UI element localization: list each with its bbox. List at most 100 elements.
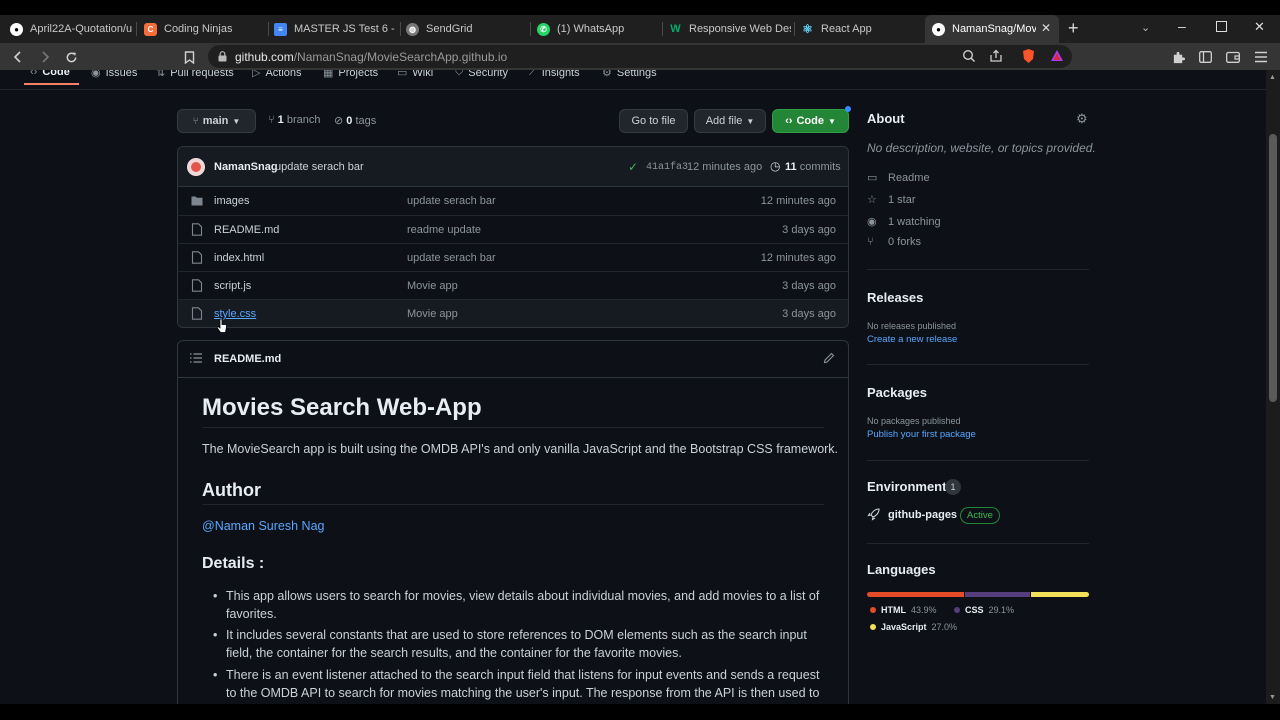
star-icon: ☆ [867,194,877,206]
go-to-file-button[interactable]: Go to file [619,109,688,133]
minimize-icon[interactable]: – [1178,18,1186,34]
tab-label: React App [821,23,872,35]
language-color-dot [870,624,876,630]
tab-wiki[interactable]: ▭ Wiki [397,70,433,79]
close-icon[interactable]: ✕ [1041,21,1051,35]
forks-link[interactable]: ⑂ 0 forks [867,236,921,248]
commit-hash[interactable]: 41a1fa3 [646,162,688,173]
watchers-link[interactable]: ◉ 1 watching [867,215,941,229]
about-heading: About [867,111,905,126]
brave-shield-icon[interactable] [1021,48,1036,64]
file-list: NamanSnag update serach bar ✓ 41a1fa3 12… [177,146,849,328]
readme-link[interactable]: ▭ Readme [867,171,930,185]
file-row-script[interactable]: script.js Movie app 3 days ago [178,271,848,299]
window-close-icon[interactable]: ✕ [1254,19,1265,35]
menu-icon[interactable] [1253,49,1269,65]
code-button[interactable]: ‹› Code ▼ [772,109,849,133]
environment-name[interactable]: github-pages [888,509,957,521]
browser-tab[interactable]: ● April22A-Quotation/u [10,15,132,43]
gear-icon[interactable]: ⚙ [1076,111,1088,127]
commit-author[interactable]: NamanSnag [214,161,278,173]
language-item-html[interactable]: HTML 43.9% [870,605,937,615]
zoom-icon[interactable] [962,49,976,63]
scrollbar-thumb[interactable] [1269,134,1277,402]
eye-icon: ◉ [867,216,877,228]
url-text: github.com/NamanSnag/MovieSearchApp.gith… [235,50,508,64]
bookmark-icon[interactable] [181,49,197,65]
extensions-icon[interactable] [1170,49,1186,65]
author-link[interactable]: @Naman Suresh Nag [202,519,324,533]
commits-link[interactable]: 11 commits [785,161,841,173]
language-bar [867,592,1089,597]
language-bar-segment-html [867,592,965,597]
book-icon: ▭ [397,70,408,79]
language-item-javascript[interactable]: JavaScript 27.0% [870,622,957,632]
mouse-cursor-icon [216,318,228,334]
tab-security[interactable]: ⛉ Security [455,70,508,79]
scroll-down-arrow-icon[interactable]: ▼ [1269,694,1276,701]
avatar[interactable] [187,158,205,176]
tab-pull-requests[interactable]: ⇅ Pull requests [156,70,234,79]
edit-pencil-icon[interactable] [823,352,835,364]
file-row-images[interactable]: images update serach bar 12 minutes ago [178,187,848,215]
create-release-link[interactable]: Create a new release [867,334,957,345]
caret-down-icon: ▼ [827,116,836,126]
tab-insights[interactable]: ⟋ Insights [529,70,580,79]
readme-header: README.md [178,341,848,378]
tab-label: MASTER JS Test 6 - IM [294,23,396,35]
address-bar[interactable]: github.com/NamanSnag/MovieSearchApp.gith… [208,45,1072,68]
tab-issues[interactable]: ◉ Issues [91,70,137,79]
tab-actions[interactable]: ▷ Actions [252,70,302,79]
brave-rewards-icon[interactable] [1050,49,1064,62]
add-file-button[interactable]: Add file ▼ [694,109,766,133]
packages-empty-text: No packages published [867,416,961,426]
tab-projects[interactable]: ▦ Projects [323,70,378,79]
reload-icon[interactable] [63,49,79,65]
browser-tab[interactable]: W Responsive Web Desig [669,15,791,43]
branch-icon: ⑂ [268,114,275,126]
author-heading: Author [202,480,261,500]
book-icon: ▭ [867,172,878,184]
file-row-readme[interactable]: README.md readme update 3 days ago [178,215,848,243]
file-row-style[interactable]: style.css Movie app 3 days ago [178,299,848,327]
details-heading: Details : [202,555,265,572]
environments-heading[interactable]: Environments [867,479,954,494]
tab-search-icon[interactable]: ⌄ [1141,21,1150,34]
google-forms-icon: ≡ [274,22,287,36]
list-icon[interactable] [190,353,202,363]
new-tab-icon[interactable]: + [1068,18,1079,39]
browser-tab[interactable]: ≡ MASTER JS Test 6 - IM [274,15,396,43]
tab-label: (1) WhatsApp [557,23,625,35]
latest-commit-row: NamanSnag update serach bar ✓ 41a1fa3 12… [178,147,848,187]
forward-icon[interactable] [37,49,53,65]
file-row-index[interactable]: index.html update serach bar 12 minutes … [178,243,848,271]
restore-icon[interactable] [1216,21,1227,32]
wallet-icon[interactable] [1225,49,1241,65]
releases-heading[interactable]: Releases [867,290,923,305]
browser-tab[interactable]: ⚛ React App [801,15,919,43]
back-icon[interactable] [10,49,26,65]
tags-link[interactable]: ⊘ 0 tags [334,114,376,127]
browser-tab[interactable]: C Coding Ninjas [144,15,266,43]
shield-icon: ⛉ [455,70,464,78]
stars-link[interactable]: ☆ 1 star [867,193,916,207]
packages-heading[interactable]: Packages [867,385,927,400]
tab-code[interactable]: ‹› Code [30,70,70,78]
commit-message[interactable]: update serach bar [275,161,364,173]
publish-package-link[interactable]: Publish your first package [867,429,976,440]
branch-select-button[interactable]: ⑂ main ▼ [177,109,256,133]
environments-count-badge: 1 [945,479,961,495]
browser-tab[interactable]: ◍ SendGrid [406,15,528,43]
sidebar-icon[interactable] [1197,49,1213,65]
tab-label: SendGrid [426,23,473,35]
browser-tab[interactable]: ✆ (1) WhatsApp [537,15,659,43]
scroll-up-arrow-icon[interactable]: ▲ [1269,74,1276,81]
tab-settings[interactable]: ⚙ Settings [602,70,657,79]
share-icon[interactable] [989,49,1003,63]
branches-link[interactable]: ⑂ 1 branch [268,114,321,126]
caret-down-icon: ▼ [746,116,755,126]
language-item-css[interactable]: CSS 29.1% [954,605,1014,615]
graph-icon: ⟋ [529,70,537,78]
browser-tab-active[interactable]: ● NamanSnag/Movi ✕ [925,15,1059,43]
page-scrollbar[interactable]: ▲ ▼ [1266,70,1280,704]
